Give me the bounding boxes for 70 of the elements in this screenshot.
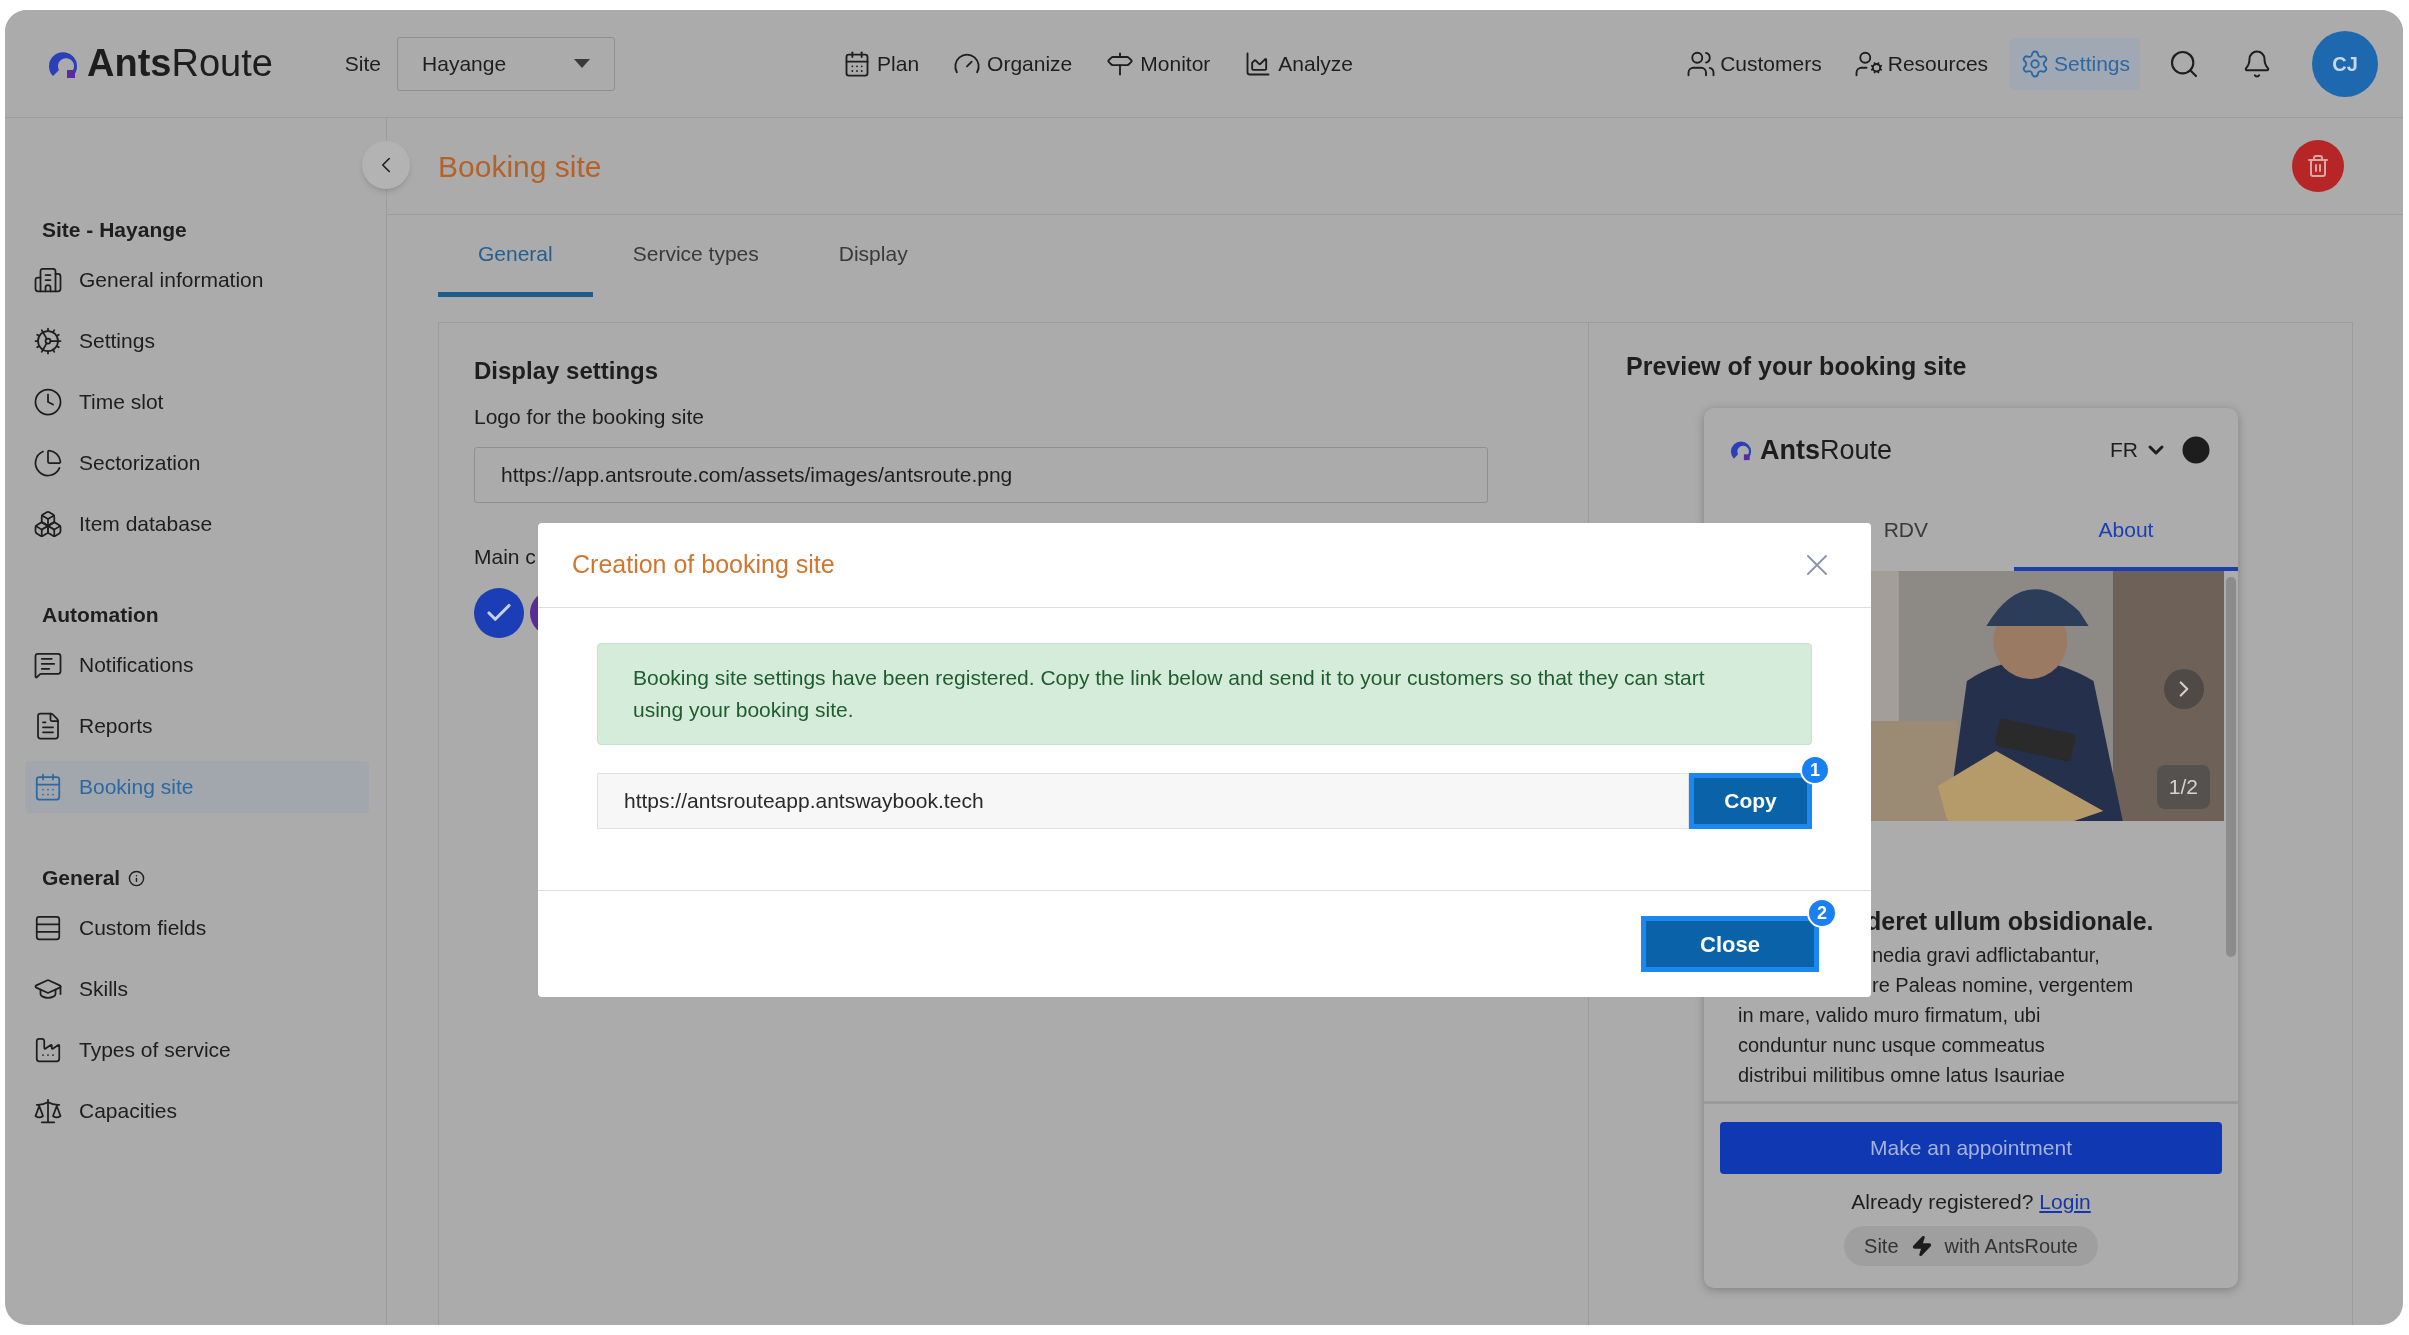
message-icon — [33, 650, 63, 680]
nav-link[interactable]: Monitor — [1106, 47, 1211, 80]
step-badge: 1 — [1800, 755, 1830, 785]
paragraph-line: distribui militibus omne latus Isauriae — [1738, 1063, 2066, 1088]
tab[interactable]: Service types — [592, 215, 799, 297]
gears-icon — [33, 326, 63, 356]
factory-icon — [33, 1035, 63, 1065]
logo-text: AntsRoute — [1760, 433, 1893, 467]
section-heading: Site - Hayange — [42, 217, 187, 244]
rows-icon — [33, 913, 63, 943]
section-title: Preview of your booking site — [1626, 351, 1968, 382]
link-field[interactable]: https://antsrouteapp.antswaybook.tech — [597, 773, 1689, 829]
login-prompt: Already registered? — [1851, 1189, 2034, 1215]
site-select[interactable]: Hayange — [397, 36, 616, 91]
badge-text: Site — [1864, 1233, 1899, 1259]
sidebar-item[interactable]: General information — [25, 254, 369, 306]
info-icon — [128, 869, 146, 887]
nav-link[interactable]: Organize — [953, 47, 1073, 80]
nav-link[interactable]: Analyze — [1244, 47, 1354, 80]
step-badge: 2 — [1807, 898, 1837, 928]
login-link[interactable]: Login — [2039, 1186, 2091, 1218]
badge-text: with AntsRoute — [1944, 1233, 2078, 1259]
sidebar-item[interactable]: Capacities — [25, 1085, 369, 1137]
caret-icon — [574, 58, 591, 69]
delete-button[interactable] — [2292, 140, 2344, 192]
section-title: Display settings — [474, 356, 660, 386]
copy-button[interactable]: Copy — [1689, 773, 1812, 829]
clock-icon — [33, 387, 63, 417]
logo-url-field[interactable]: https://app.antsroute.com/assets/images/antsroute.png — [474, 446, 1488, 503]
field-label: Logo for the booking site — [474, 404, 705, 430]
color-swatch[interactable] — [474, 588, 524, 638]
boxes-icon — [33, 509, 63, 539]
sidebar-item[interactable]: Custom fields — [25, 902, 369, 954]
modal-title: Creation of booking site — [572, 549, 835, 581]
site-label: Site — [344, 50, 382, 77]
sidebar-item[interactable]: Item database — [25, 498, 369, 550]
paragraph-line: re Paleas nomine, vergentem — [1872, 973, 2135, 998]
user-avatar[interactable]: CJ — [2312, 30, 2378, 97]
appointment-button[interactable]: Make an appointment — [1720, 1122, 2222, 1174]
sidebar-item[interactable]: Settings — [25, 315, 369, 367]
success-alert: Booking site settings have been registered. Copy the link below and send it to your customers so that they can start using your booking site. — [597, 643, 1812, 745]
nav-link[interactable]: Plan — [843, 47, 920, 80]
sidebar-item[interactable]: Notifications — [25, 639, 369, 691]
trash-icon — [2306, 154, 2330, 178]
section-heading: General — [42, 865, 121, 892]
paragraph-line: nedia gravi adflictabantur, — [1872, 943, 2101, 968]
tab[interactable]: RDV — [1704, 492, 2014, 571]
logo-text: AntsRoute — [87, 41, 273, 86]
pie-chart-icon — [33, 448, 63, 478]
paragraph-line: conduntur nunc usque commeatus — [1738, 1033, 2046, 1058]
field-label: Main c — [474, 543, 536, 570]
sidebar-item[interactable]: Time slot — [25, 376, 369, 428]
notification-bell-icon[interactable] — [2242, 48, 2272, 79]
next-slide-button[interactable] — [2164, 668, 2204, 709]
lightning-icon — [1910, 1234, 1933, 1257]
tab[interactable]: Display — [798, 215, 948, 297]
section-heading: Automation — [42, 602, 159, 629]
sidebar-item[interactable]: Types of service — [25, 1024, 369, 1076]
calendar-icon — [33, 772, 63, 802]
sidebar-item[interactable]: Reports — [25, 700, 369, 752]
nav-link[interactable]: Resources — [1843, 37, 1999, 90]
language-select[interactable]: FR — [2110, 434, 2168, 466]
slide-counter: 1/2 — [2156, 765, 2210, 809]
page-title: Booking site — [438, 148, 602, 185]
sidebar-item[interactable]: Sectorization — [25, 437, 369, 489]
nav-link[interactable]: Customers — [1676, 37, 1832, 90]
building-icon — [33, 265, 63, 295]
scale-icon — [33, 1096, 63, 1126]
sidebar-item[interactable]: Skills — [25, 963, 369, 1015]
paragraph-line: in mare, valido muro firmatum, ubi — [1738, 1003, 2042, 1028]
